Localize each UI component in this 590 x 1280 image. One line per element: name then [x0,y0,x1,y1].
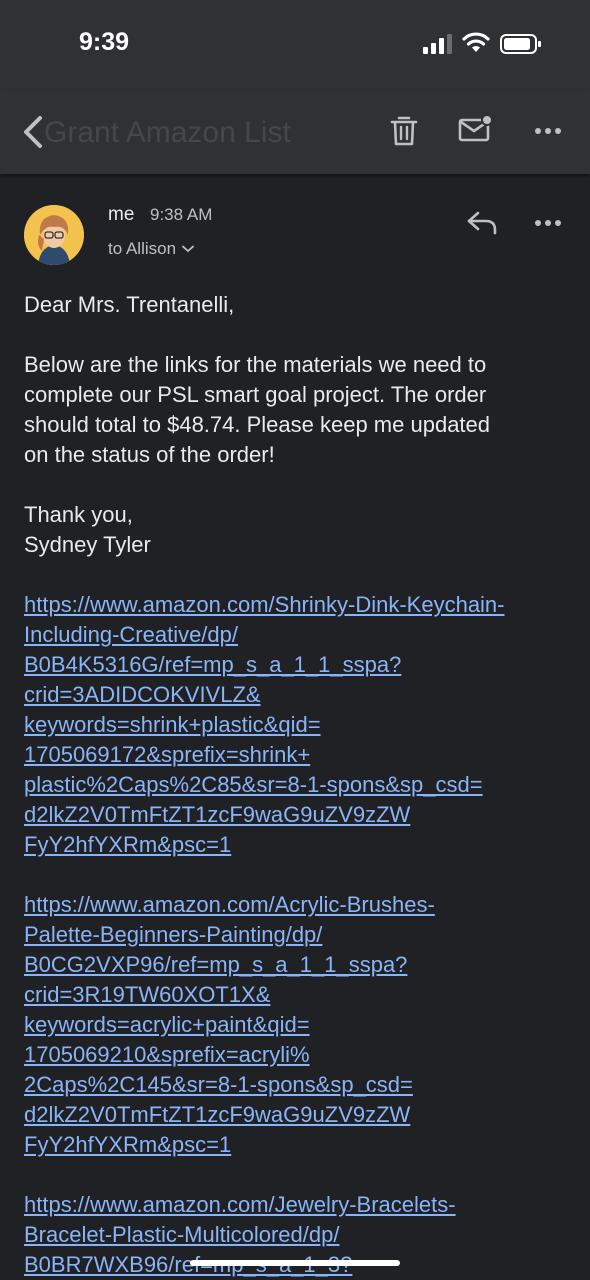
amazon-link-acrylic-brushes[interactable]: https://www.amazon.com/Acrylic-Brushes- … [24,890,574,1160]
status-bar: 9:39 [0,0,590,90]
link-line: B0B4K5316G/ref=mp_s_a_1_1_sspa? [24,652,402,677]
link-line: keywords=acrylic+paint&qid= [24,1012,310,1037]
link-line: Palette-Beginners-Painting/dp/ [24,922,323,947]
link-line: crid=3R19TW60XOT1X& [24,982,271,1007]
mark-unread-button[interactable] [458,114,494,144]
paragraph-line: on the status of the order! [24,442,275,467]
paragraph-line: complete our PSL smart goal project. The… [24,382,487,407]
amazon-link-shrinky-dink[interactable]: https://www.amazon.com/Shrinky-Dink-Keyc… [24,590,574,860]
paragraph-line: should total to $48.74. Please keep me u… [24,412,491,437]
wifi-icon [462,32,490,52]
link-line: crid=3ADIDCOKVIVLZ& [24,682,261,707]
link-line: https://www.amazon.com/Jewelry-Bracelets… [24,1192,456,1217]
recipient-details-toggle[interactable]: to Allison [108,239,194,259]
sender-name: me [108,204,135,225]
link-line: d2lkZ2V0TmFtZT1zcF9waG9uZV9zZW [24,802,411,827]
message-paragraph: Below are the links for the materials we… [24,350,574,470]
sent-time: 9:38 AM [150,205,213,224]
message-more-button[interactable] [534,218,562,228]
avatar-image [24,205,84,265]
link-line: 1705069210&sprefix=acryli% [24,1042,310,1067]
link-line: B0CG2VXP96/ref=mp_s_a_1_1_sspa? [24,952,408,977]
paragraph-line: Below are the links for the materials we… [24,352,487,377]
chevron-down-icon [182,245,194,253]
link-line: https://www.amazon.com/Shrinky-Dink-Keyc… [24,592,505,617]
link-line: 2Caps%2C145&sr=8-1-spons&sp_csd= [24,1072,413,1097]
amazon-link-jewelry-bracelets[interactable]: https://www.amazon.com/Jewelry-Bracelets… [24,1190,574,1280]
back-button[interactable] [18,112,48,152]
recipient-label: to Allison [108,239,177,258]
link-line: FyY2hfYXRm&psc=1 [24,1132,232,1157]
greeting-text: Dear Mrs. Trentanelli, [24,292,235,317]
link-line: d2lkZ2V0TmFtZT1zcF9waG9uZV9zZW [24,1102,411,1127]
link-line: 1705069172&sprefix=shrink+ [24,742,311,767]
delete-button[interactable] [390,114,418,146]
signoff-line: Thank you, [24,502,133,527]
home-indicator[interactable] [190,1260,400,1266]
link-line: plastic%2Caps%2C85&sr=8-1-spons&sp_csd= [24,772,483,797]
status-time: 9:39 [79,28,130,56]
email-toolbar: Grant Amazon List [0,90,590,174]
more-options-button[interactable] [534,126,562,136]
link-line: keywords=shrink+plastic&qid= [24,712,321,737]
link-line: Bracelet-Plastic-Multicolored/dp/ [24,1222,340,1247]
cellular-signal-icon [423,34,452,54]
link-line: Including-Creative/dp/ [24,622,239,647]
reply-button[interactable] [466,210,498,236]
battery-icon [500,34,541,54]
email-subject-title: Grant Amazon List [44,116,291,149]
signoff: Thank you, Sydney Tyler [24,500,574,560]
link-line: https://www.amazon.com/Acrylic-Brushes- [24,892,435,917]
sender-avatar[interactable] [24,205,84,265]
signoff-line: Sydney Tyler [24,532,151,557]
link-line: FyY2hfYXRm&psc=1 [24,832,232,857]
